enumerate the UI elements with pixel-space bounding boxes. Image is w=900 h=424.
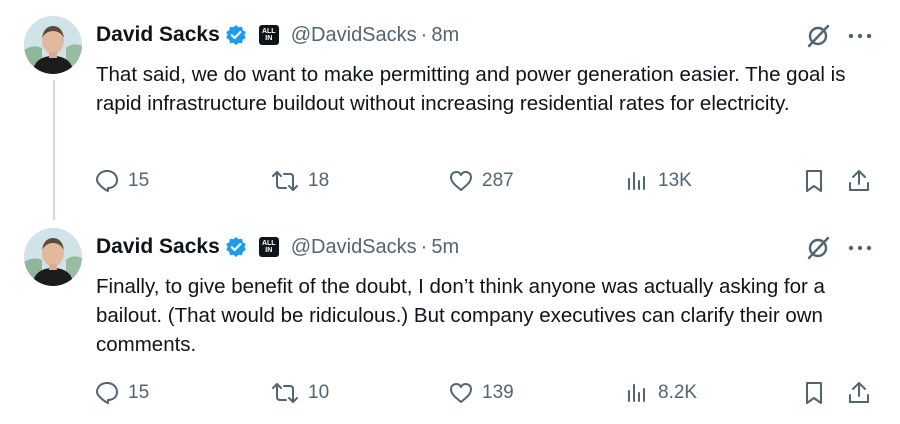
author-name[interactable]: David Sacks [96,235,220,259]
grok-icon[interactable] [804,22,832,50]
view-count: 13K [658,170,692,191]
more-icon[interactable] [846,22,874,50]
timestamp[interactable]: 5m [431,236,459,259]
timestamp[interactable]: 8m [431,24,459,47]
reply-button[interactable]: 15 [94,164,149,198]
tweet[interactable]: David Sacks ALL IN @DavidSacks · 5m Final… [0,212,900,424]
like-count: 287 [482,170,514,191]
like-button[interactable]: 287 [448,164,514,198]
views-button[interactable]: 8.2K [624,376,697,410]
repost-count: 18 [308,170,330,191]
repost-button[interactable]: 10 [270,376,329,410]
separator-dot: · [420,23,428,46]
separator-dot: · [420,235,428,258]
avatar[interactable] [24,16,82,74]
tweet-text: That said, we do want to make permitting… [96,63,846,115]
like-button[interactable]: 139 [448,376,514,410]
views-icon [628,384,645,402]
tweet-header: David Sacks ALL IN @DavidSacks · 5m [96,232,459,262]
reply-button[interactable]: 15 [94,376,149,410]
author-name[interactable]: David Sacks [96,23,220,47]
like-count: 139 [482,382,514,403]
bookmark-icon [806,382,822,404]
repost-icon [272,383,298,403]
tweet-text: Finally, to give benefit of the doubt, I… [96,275,825,356]
repost-count: 10 [308,382,330,403]
tweet-header: David Sacks ALL IN @DavidSacks · 8m [96,20,459,50]
author-handle[interactable]: @DavidSacks [291,24,417,47]
share-icon [849,382,869,403]
view-count: 8.2K [658,382,698,403]
bookmark-button[interactable] [801,376,827,410]
more-icon[interactable] [846,234,874,262]
repost-button[interactable]: 18 [270,164,329,198]
reply-icon [96,170,118,192]
share-icon [849,170,869,191]
bookmark-icon [806,170,822,192]
grok-icon[interactable] [804,234,832,262]
all-in-badge-icon[interactable]: ALL IN [258,25,279,45]
like-icon [450,383,472,403]
reply-count: 15 [128,170,150,191]
reply-icon [96,382,118,404]
views-button[interactable]: 13K [624,164,692,198]
action-bar: 15 18 287 13K [0,164,900,198]
verified-badge-icon [225,24,247,46]
views-icon [628,172,645,190]
avatar[interactable] [24,228,82,286]
share-button[interactable] [846,376,872,410]
reply-count: 15 [128,382,150,403]
tweet[interactable]: David Sacks ALL IN @DavidSacks · 8m That … [0,0,900,212]
author-handle[interactable]: @DavidSacks [291,236,417,259]
bookmark-button[interactable] [801,164,827,198]
action-bar: 15 10 139 8.2K [0,376,900,410]
repost-icon [272,171,298,191]
like-icon [450,171,472,191]
verified-badge-icon [225,236,247,258]
share-button[interactable] [846,164,872,198]
all-in-badge-icon[interactable]: ALL IN [258,237,279,257]
